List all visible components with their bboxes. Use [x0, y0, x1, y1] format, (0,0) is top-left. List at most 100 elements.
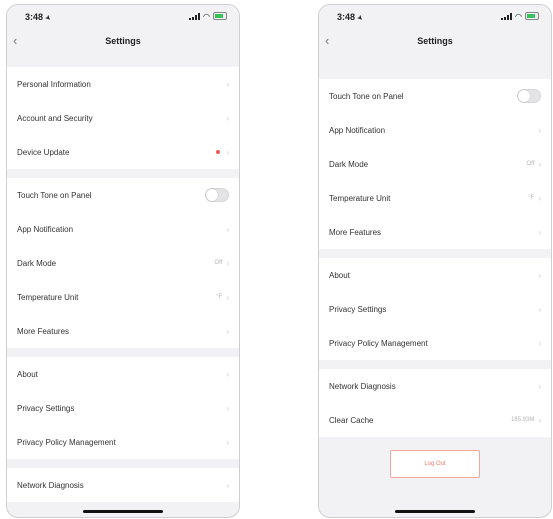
app-notification-row[interactable]: App Notification › — [7, 212, 239, 246]
chevron-right-icon: › — [226, 79, 229, 89]
dark-mode-row[interactable]: Dark Mode Off › — [319, 147, 551, 181]
settings-screen-left: 3:48➤ ◠ ‹ Settings Personal Information … — [6, 4, 240, 518]
privacy-policy-row[interactable]: Privacy Policy Management › — [319, 326, 551, 360]
row-label: Privacy Policy Management — [17, 437, 116, 447]
personal-information-row[interactable]: Personal Information › — [7, 67, 239, 101]
status-bar: 3:48➤ ◠ — [319, 5, 551, 27]
diagnosis-section: Network Diagnosis › — [7, 468, 239, 502]
chevron-right-icon: › — [538, 270, 541, 280]
chevron-right-icon: › — [538, 159, 541, 169]
dark-mode-value: Off — [214, 260, 223, 266]
touch-tone-toggle[interactable] — [517, 89, 541, 103]
touch-tone-row: Touch Tone on Panel — [319, 79, 551, 113]
chevron-right-icon: › — [538, 381, 541, 391]
chevron-right-icon: › — [538, 415, 541, 425]
row-label: Dark Mode — [17, 258, 57, 268]
privacy-settings-row[interactable]: Privacy Settings › — [319, 292, 551, 326]
about-section: About › Privacy Settings › Privacy Polic… — [7, 357, 239, 459]
row-label: Temperature Unit — [329, 193, 391, 203]
status-time: 3:48➤ — [25, 12, 53, 23]
privacy-policy-row[interactable]: Privacy Policy Management › — [7, 425, 239, 459]
cache-size-value: 185.93M — [510, 417, 535, 423]
row-label: App Notification — [17, 224, 74, 234]
status-bar: 3:48➤ ◠ — [7, 5, 239, 27]
row-label: Device Update — [17, 147, 70, 157]
chevron-right-icon: › — [226, 224, 229, 234]
home-indicator — [83, 510, 163, 513]
chevron-right-icon: › — [226, 480, 229, 490]
nav-bar: ‹ Settings — [7, 27, 239, 55]
chevron-right-icon: › — [226, 113, 229, 123]
temperature-unit-value: °F — [216, 294, 223, 300]
row-label: Privacy Policy Management — [329, 338, 428, 348]
chevron-right-icon: › — [538, 193, 541, 203]
wifi-icon: ◠ — [515, 11, 522, 21]
preferences-section: Touch Tone on Panel App Notification › D… — [319, 79, 551, 249]
wifi-icon: ◠ — [203, 11, 210, 21]
row-label: About — [329, 270, 350, 280]
about-row[interactable]: About › — [7, 357, 239, 391]
row-label: Touch Tone on Panel — [329, 91, 404, 101]
row-label: Temperature Unit — [17, 292, 79, 302]
app-notification-row[interactable]: App Notification › — [319, 113, 551, 147]
row-label: Privacy Settings — [329, 304, 387, 314]
about-section: About › Privacy Settings › Privacy Polic… — [319, 258, 551, 360]
chevron-right-icon: › — [226, 437, 229, 447]
temperature-unit-row[interactable]: Temperature Unit °F › — [7, 280, 239, 314]
chevron-right-icon: › — [226, 369, 229, 379]
row-label: Network Diagnosis — [329, 381, 396, 391]
row-label: More Features — [17, 326, 70, 336]
chevron-right-icon: › — [538, 125, 541, 135]
temperature-unit-value: °F — [528, 195, 535, 201]
settings-screen-right: 3:48➤ ◠ ‹ Settings Touch Tone on Panel A… — [318, 4, 552, 518]
battery-icon — [213, 12, 227, 20]
location-arrow-icon: ➤ — [43, 13, 53, 23]
signal-icon — [189, 12, 201, 20]
touch-tone-row: Touch Tone on Panel — [7, 178, 239, 212]
log-out-button[interactable]: Log Out — [390, 450, 480, 478]
page-title: Settings — [417, 36, 453, 46]
chevron-right-icon: › — [226, 258, 229, 268]
row-label: App Notification — [329, 125, 386, 135]
row-label: About — [17, 369, 38, 379]
more-features-row[interactable]: More Features › — [7, 314, 239, 348]
privacy-settings-row[interactable]: Privacy Settings › — [7, 391, 239, 425]
row-label: Touch Tone on Panel — [17, 190, 92, 200]
battery-icon — [525, 12, 539, 20]
about-row[interactable]: About › — [319, 258, 551, 292]
signal-icon — [501, 12, 513, 20]
dark-mode-value: Off — [526, 161, 535, 167]
dark-mode-row[interactable]: Dark Mode Off › — [7, 246, 239, 280]
temperature-unit-row[interactable]: Temperature Unit °F › — [319, 181, 551, 215]
page-title: Settings — [105, 36, 141, 46]
touch-tone-toggle[interactable] — [205, 188, 229, 202]
chevron-right-icon: › — [226, 147, 229, 157]
row-label: Network Diagnosis — [17, 480, 84, 490]
location-arrow-icon: ➤ — [355, 13, 365, 23]
network-diagnosis-row[interactable]: Network Diagnosis › — [7, 468, 239, 502]
status-icons: ◠ — [189, 12, 227, 20]
network-diagnosis-row[interactable]: Network Diagnosis › — [319, 369, 551, 403]
status-time: 3:48➤ — [337, 12, 365, 23]
logout-area: Log Out — [319, 446, 551, 478]
nav-bar: ‹ Settings — [319, 27, 551, 55]
row-label: More Features — [329, 227, 382, 237]
row-label: Privacy Settings — [17, 403, 75, 413]
diagnosis-section: Network Diagnosis › Clear Cache 185.93M … — [319, 369, 551, 437]
more-features-row[interactable]: More Features › — [319, 215, 551, 249]
account-security-row[interactable]: Account and Security › — [7, 101, 239, 135]
row-label: Account and Security — [17, 113, 93, 123]
row-label: Clear Cache — [329, 415, 374, 425]
clear-cache-row[interactable]: Clear Cache 185.93M › — [319, 403, 551, 437]
preferences-section: Touch Tone on Panel App Notification › D… — [7, 178, 239, 348]
row-label: Dark Mode — [329, 159, 369, 169]
chevron-right-icon: › — [538, 304, 541, 314]
chevron-right-icon: › — [538, 338, 541, 348]
chevron-right-icon: › — [226, 292, 229, 302]
update-badge-dot — [216, 150, 221, 154]
device-update-row[interactable]: Device Update › — [7, 135, 239, 169]
chevron-right-icon: › — [226, 403, 229, 413]
row-label: Personal Information — [17, 79, 91, 89]
chevron-right-icon: › — [226, 326, 229, 336]
account-section: Personal Information › Account and Secur… — [7, 67, 239, 169]
